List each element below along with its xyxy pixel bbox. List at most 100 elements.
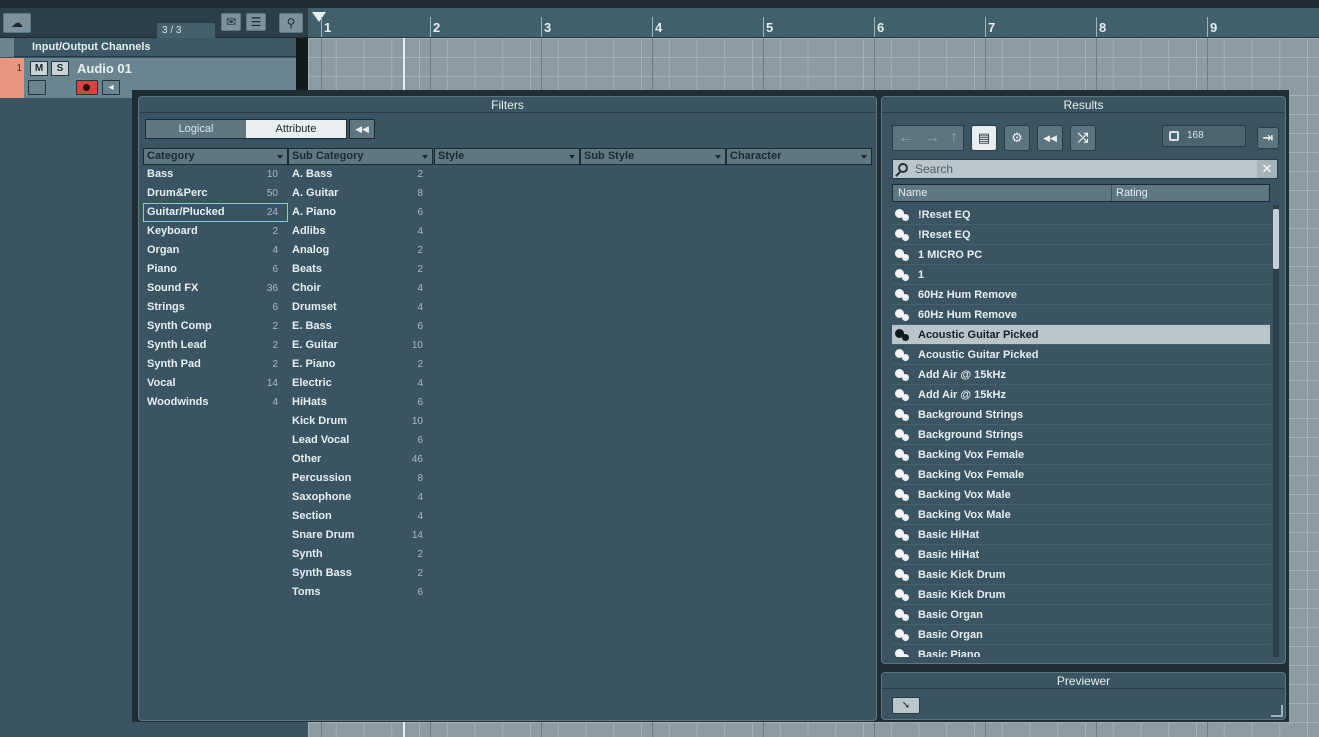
- subcategory-item[interactable]: Choir 4: [288, 279, 433, 298]
- show-locations-button[interactable]: ▤: [971, 125, 997, 151]
- category-item[interactable]: Guitar/Plucked 24: [143, 203, 288, 222]
- track-edit-button[interactable]: [28, 80, 46, 95]
- export-button[interactable]: ⇥: [1257, 127, 1279, 149]
- result-row[interactable]: !Reset EQ: [892, 225, 1270, 245]
- result-row[interactable]: Basic HiHat: [892, 525, 1270, 545]
- reset-result-filter-button[interactable]: ◀◀: [1037, 125, 1063, 151]
- category-item[interactable]: Keyboard 2: [143, 222, 288, 241]
- previewer-options-button[interactable]: ➘: [892, 697, 920, 714]
- category-item[interactable]: Drum&Perc 50: [143, 184, 288, 203]
- column-header-name[interactable]: Name: [898, 187, 927, 199]
- clear-search-icon[interactable]: ✕: [1257, 160, 1277, 178]
- results-search[interactable]: Search ✕: [892, 159, 1278, 179]
- back-arrow-icon[interactable]: ←: [898, 129, 914, 147]
- result-row[interactable]: Basic Organ: [892, 605, 1270, 625]
- subcategory-item[interactable]: Lead Vocal 6: [288, 431, 433, 450]
- character-header[interactable]: Character: [726, 148, 872, 165]
- result-row[interactable]: !Reset EQ: [892, 205, 1270, 225]
- chevron-down-icon[interactable]: [715, 155, 721, 159]
- result-row[interactable]: Backing Vox Female: [892, 445, 1270, 465]
- subcategory-header[interactable]: Sub Category: [288, 148, 433, 165]
- track-splitter[interactable]: [296, 38, 308, 98]
- subcategory-item[interactable]: Electric 4: [288, 374, 433, 393]
- substyle-header[interactable]: Sub Style: [580, 148, 726, 165]
- subcategory-item[interactable]: Toms 6: [288, 583, 433, 602]
- subcategory-item[interactable]: Drumset 4: [288, 298, 433, 317]
- add-track-button[interactable]: ☁: [3, 13, 31, 33]
- subcategory-item[interactable]: E. Bass 6: [288, 317, 433, 336]
- chevron-down-icon[interactable]: [569, 155, 575, 159]
- scrollbar-thumb[interactable]: [1273, 209, 1279, 269]
- shuffle-results-button[interactable]: ⤮: [1070, 125, 1096, 151]
- result-row[interactable]: Background Strings: [892, 425, 1270, 445]
- result-row[interactable]: 60Hz Hum Remove: [892, 285, 1270, 305]
- subcategory-item[interactable]: Synth Bass 2: [288, 564, 433, 583]
- column-header-rating[interactable]: Rating: [1111, 185, 1148, 201]
- category-item[interactable]: Synth Comp 2: [143, 317, 288, 336]
- settings-button[interactable]: ⚙: [1004, 125, 1030, 151]
- result-row[interactable]: Basic Organ: [892, 625, 1270, 645]
- result-row[interactable]: Add Air @ 15kHz: [892, 385, 1270, 405]
- track-name[interactable]: Audio 01: [77, 61, 132, 76]
- subcategory-item[interactable]: Saxophone 4: [288, 488, 433, 507]
- monitor-button[interactable]: ◂: [102, 80, 120, 95]
- result-row[interactable]: Background Strings: [892, 405, 1270, 425]
- category-item[interactable]: Sound FX 36: [143, 279, 288, 298]
- result-row[interactable]: Basic Kick Drum: [892, 585, 1270, 605]
- results-scrollbar[interactable]: [1273, 205, 1279, 657]
- result-row[interactable]: Backing Vox Female: [892, 465, 1270, 485]
- subcategory-item[interactable]: Adlibs 4: [288, 222, 433, 241]
- subcategory-item[interactable]: Analog 2: [288, 241, 433, 260]
- track-list-menu-button[interactable]: ☰: [246, 13, 266, 31]
- subcategory-item[interactable]: A. Guitar 8: [288, 184, 433, 203]
- result-row[interactable]: Basic Kick Drum: [892, 565, 1270, 585]
- result-row[interactable]: Basic Piano: [892, 645, 1270, 657]
- resize-grip-icon[interactable]: [1271, 705, 1283, 717]
- subcategory-item[interactable]: A. Bass 2: [288, 165, 433, 184]
- style-header[interactable]: Style: [434, 148, 580, 165]
- result-row[interactable]: 1 MICRO PC: [892, 245, 1270, 265]
- chevron-down-icon[interactable]: [277, 155, 283, 159]
- forward-arrow-icon[interactable]: →: [924, 129, 940, 147]
- timeline-ruler[interactable]: 1 2 3 4 5 6 7 8 9: [308, 8, 1319, 38]
- category-item[interactable]: Piano 6: [143, 260, 288, 279]
- result-row[interactable]: Add Air @ 15kHz: [892, 365, 1270, 385]
- subcategory-item[interactable]: E. Piano 2: [288, 355, 433, 374]
- record-enable-button[interactable]: [76, 80, 98, 95]
- category-item[interactable]: Synth Pad 2: [143, 355, 288, 374]
- reset-filters-button[interactable]: ◀◀: [349, 119, 375, 139]
- subcategory-item[interactable]: Synth 2: [288, 545, 433, 564]
- category-header[interactable]: Category: [143, 148, 288, 165]
- subcategory-item[interactable]: Section 4: [288, 507, 433, 526]
- result-row[interactable]: Acoustic Guitar Picked: [892, 345, 1270, 365]
- category-item[interactable]: Strings 6: [143, 298, 288, 317]
- category-item[interactable]: Woodwinds 4: [143, 393, 288, 412]
- track-visibility-button[interactable]: ✉: [221, 13, 241, 31]
- folder-track-input-output[interactable]: Input/Output Channels: [0, 38, 296, 57]
- chevron-down-icon[interactable]: [422, 155, 428, 159]
- subcategory-item[interactable]: E. Guitar 10: [288, 336, 433, 355]
- folder-expand-icon[interactable]: [0, 38, 14, 57]
- tab-logical[interactable]: Logical: [146, 120, 246, 138]
- result-row[interactable]: Basic HiHat: [892, 545, 1270, 565]
- subcategory-item[interactable]: Snare Drum 14: [288, 526, 433, 545]
- chevron-down-icon[interactable]: [861, 155, 867, 159]
- result-row[interactable]: 60Hz Hum Remove: [892, 305, 1270, 325]
- category-item[interactable]: Vocal 14: [143, 374, 288, 393]
- result-row[interactable]: Backing Vox Male: [892, 505, 1270, 525]
- subcategory-item[interactable]: HiHats 6: [288, 393, 433, 412]
- subcategory-item[interactable]: A. Piano 6: [288, 203, 433, 222]
- subcategory-item[interactable]: Beats 2: [288, 260, 433, 279]
- subcategory-item[interactable]: Percussion 8: [288, 469, 433, 488]
- tab-attribute[interactable]: Attribute: [246, 120, 346, 138]
- result-row[interactable]: Acoustic Guitar Picked: [892, 325, 1270, 345]
- mute-button[interactable]: M: [30, 61, 48, 76]
- category-item[interactable]: Bass 10: [143, 165, 288, 184]
- result-row[interactable]: Backing Vox Male: [892, 485, 1270, 505]
- subcategory-item[interactable]: Kick Drum 10: [288, 412, 433, 431]
- up-arrow-icon[interactable]: ↑: [950, 129, 958, 147]
- solo-button[interactable]: S: [51, 61, 69, 76]
- subcategory-item[interactable]: Other 46: [288, 450, 433, 469]
- search-tracks-button[interactable]: ⚲: [279, 13, 303, 33]
- category-item[interactable]: Organ 4: [143, 241, 288, 260]
